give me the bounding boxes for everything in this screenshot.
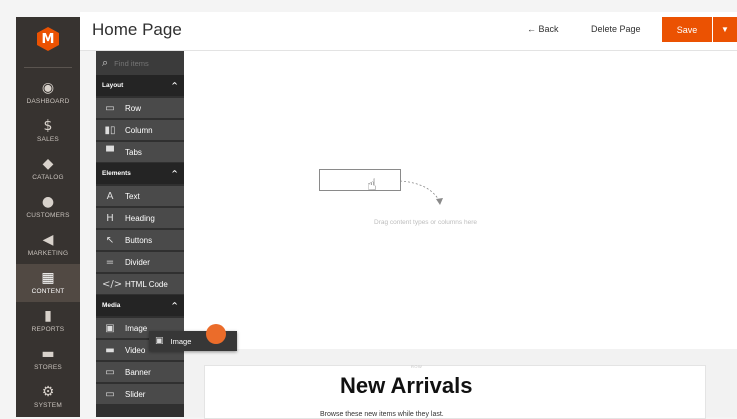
find-items-input[interactable] (114, 58, 179, 68)
page-header: Home Page ← Back Delete Page Save ▼ (80, 12, 737, 51)
content-type-tabs[interactable]: ▀ Tabs (96, 142, 184, 162)
nav-item-stores[interactable]: ▬ STORES (16, 340, 80, 378)
nav-item-reports[interactable]: ▮ REPORTS (16, 302, 80, 340)
magento-logo[interactable]: M (16, 17, 80, 61)
system-gear-icon: ⚙ (41, 384, 55, 400)
hand-pointer-icon: ☝ (367, 175, 377, 194)
nav-item-label: SYSTEM (34, 402, 62, 409)
dollar-icon: $ (43, 118, 53, 134)
chevron-up-icon: ^ (171, 301, 178, 310)
row-label: ROW (411, 364, 423, 369)
html-code-icon: </> (102, 278, 123, 290)
delete-page-button[interactable]: Delete Page (591, 24, 641, 34)
search-icon: ⌕ (102, 56, 109, 69)
panel-section-layout[interactable]: Layout ^ (96, 75, 184, 96)
nav-item-customers[interactable]: ● CUSTOMERS (16, 188, 80, 226)
nav-item-system[interactable]: ⚙ SYSTEM (16, 378, 80, 416)
dashboard-icon: ◉ (41, 80, 55, 96)
cursor-indicator (206, 324, 226, 344)
content-type-label: Banner (125, 367, 151, 377)
divider-icon: = (105, 256, 115, 268)
content-type-label: Heading (125, 213, 155, 223)
content-type-divider[interactable]: = Divider (96, 252, 184, 272)
nav-item-marketing[interactable]: ◀ MARKETING (16, 226, 80, 264)
nav-item-label: CUSTOMERS (26, 212, 70, 219)
magento-logo-icon: M (37, 27, 59, 51)
nav-item-catalog[interactable]: ◆ CATALOG (16, 150, 80, 188)
admin-sidebar: M ◉ DASHBOARD $ SALES ◆ CATALOG ● CUSTOMERS ◀ MAR… (16, 17, 80, 417)
save-options-chevron-icon[interactable]: ▼ (713, 17, 737, 42)
content-type-text[interactable]: A Text (96, 186, 184, 206)
content-type-label: Slider (125, 389, 146, 399)
row-icon: ▭ (105, 102, 115, 114)
banner-icon: ▭ (105, 366, 115, 378)
stores-icon: ▬ (41, 346, 55, 362)
nav-divider (24, 67, 72, 68)
section-title: Media (102, 302, 121, 309)
content-icon: ▦ (41, 270, 55, 286)
page-builder-stage[interactable] (184, 51, 737, 349)
content-type-row[interactable]: ▭ Row (96, 98, 184, 118)
nav-item-label: REPORTS (31, 326, 65, 333)
nav-item-label: CONTENT (31, 288, 65, 295)
reports-bar-icon: ▮ (44, 308, 52, 324)
content-type-heading[interactable]: H Heading (96, 208, 184, 228)
video-icon: ▬ (105, 344, 115, 356)
logo-letter: M (41, 31, 55, 47)
nav-item-label: DASHBOARD (26, 98, 70, 105)
preview-heading: New Arrivals (340, 373, 473, 398)
panel-search: ⌕ (96, 51, 184, 75)
heading-icon: H (106, 212, 114, 224)
drop-placeholder-box (319, 169, 401, 191)
nav-item-dashboard[interactable]: ◉ DASHBOARD (16, 74, 80, 112)
content-type-label: Divider (125, 257, 150, 267)
text-icon: A (106, 190, 114, 202)
nav-items: ◉ DASHBOARD $ SALES ◆ CATALOG ● CUSTOMERS ◀ MARKE… (16, 74, 80, 416)
content-type-html-code[interactable]: </> HTML Code (96, 274, 184, 294)
panel-section-elements[interactable]: Elements ^ (96, 163, 184, 184)
content-type-label: Image (125, 323, 148, 333)
save-button[interactable]: Save (662, 17, 712, 42)
nav-item-label: SALES (37, 136, 59, 143)
column-icon: ▮▯ (104, 124, 116, 136)
content-type-label: Buttons (125, 235, 153, 245)
nav-item-label: CATALOG (32, 174, 64, 181)
content-type-buttons[interactable]: ↖ Buttons (96, 230, 184, 250)
drop-hint-text: Drag content types or columns here (374, 219, 477, 226)
content-type-label: Video (125, 345, 146, 355)
section-title: Layout (102, 82, 124, 89)
slider-icon: ▭ (105, 388, 115, 400)
marketing-megaphone-icon: ◀ (42, 232, 54, 248)
content-type-slider[interactable]: ▭ Slider (96, 384, 184, 404)
content-type-column[interactable]: ▮▯ Column (96, 120, 184, 140)
image-icon: ▣ (155, 336, 164, 346)
panel-section-media[interactable]: Media ^ (96, 295, 184, 316)
back-button[interactable]: ← Back (527, 24, 559, 34)
content-types-panel: ⌕ Layout ^ ▭ Row ▮▯ Column ▀ Tabs Elements ^ A Text… (96, 51, 184, 417)
chevron-up-icon: ^ (171, 81, 178, 90)
nav-item-sales[interactable]: $ SALES (16, 112, 80, 150)
content-type-label: Column (125, 125, 153, 135)
section-title: Elements (102, 170, 131, 177)
chevron-up-icon: ^ (171, 169, 178, 178)
nav-item-label: MARKETING (27, 250, 69, 257)
content-type-label: Row (125, 103, 142, 113)
image-icon: ▣ (105, 322, 115, 334)
nav-item-label: STORES (34, 364, 62, 371)
panel-sections: Layout ^ ▭ Row ▮▯ Column ▀ Tabs Elements ^ A Text H H… (96, 75, 184, 404)
dragging-item-label: Image (170, 336, 192, 346)
nav-item-content[interactable]: ▦ CONTENT (16, 264, 80, 302)
content-type-label: HTML Code (125, 279, 168, 289)
page-title: Home Page (92, 20, 182, 39)
tabs-icon: ▀ (106, 146, 114, 158)
customers-person-icon: ● (41, 194, 55, 210)
content-type-banner[interactable]: ▭ Banner (96, 362, 184, 382)
buttons-icon: ↖ (105, 234, 115, 246)
content-type-label: Text (125, 191, 140, 201)
content-type-label: Tabs (125, 147, 142, 157)
catalog-cube-icon: ◆ (42, 156, 54, 172)
